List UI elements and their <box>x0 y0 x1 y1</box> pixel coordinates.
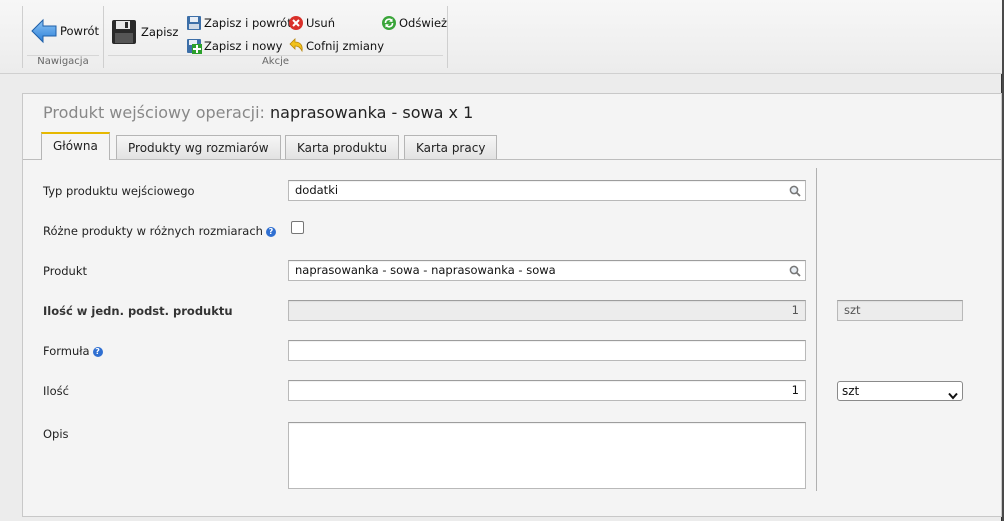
app-window: Powrót Nawigacja Zapisz Zapisz i powrót … <box>0 0 1002 521</box>
tab-produkty-wg-rozmiarow[interactable]: Produkty wg rozmiarów <box>116 135 281 160</box>
refresh-icon <box>381 15 399 31</box>
save-and-return-label: Zapisz i powrót <box>204 16 292 30</box>
main-form: Typ produktu wejściowego dodatki Różne p… <box>23 160 1001 516</box>
diff-products-row-label: Różne produkty w różnych rozmiarach? <box>43 224 276 238</box>
page-title-prefix: Produkt wejściowy operacji: <box>43 103 265 122</box>
save-and-return-button[interactable]: Zapisz i powrót <box>186 15 292 31</box>
page-title: Produkt wejściowy operacji: naprasowanka… <box>43 103 473 122</box>
page-title-value: naprasowanka - sowa x 1 <box>270 103 474 122</box>
tab-karta-pracy[interactable]: Karta pracy <box>404 135 498 160</box>
back-button-label: Powrót <box>60 24 99 38</box>
refresh-button[interactable]: Odśwież <box>381 15 447 31</box>
chevron-down-icon <box>948 387 958 405</box>
product-value: naprasowanka - sowa - naprasowanka - sow… <box>295 263 556 277</box>
tab-karta-produktu[interactable]: Karta produktu <box>285 135 399 160</box>
toolbar-group-label-navigation: Nawigacja <box>37 56 89 67</box>
formula-label: Formuła <box>43 344 90 358</box>
search-icon[interactable] <box>789 184 801 203</box>
qty-field[interactable]: 1 <box>288 380 806 401</box>
desc-label: Opis <box>43 427 69 441</box>
save-and-new-button[interactable]: Zapisz i nowy <box>186 38 283 54</box>
input-type-value: dodatki <box>295 183 339 197</box>
help-icon[interactable]: ? <box>265 227 276 237</box>
back-arrow-icon <box>31 18 57 44</box>
delete-button[interactable]: Usuń <box>288 15 335 31</box>
tab-glowna[interactable]: Główna <box>41 132 110 160</box>
toolbar-group-actions: Zapisz Zapisz i powrót Zapisz i nowy Usu… <box>104 6 448 68</box>
back-button[interactable]: Powrót <box>31 18 99 44</box>
delete-label: Usuń <box>306 16 335 30</box>
product-lookup-field[interactable]: naprasowanka - sowa - naprasowanka - sow… <box>288 260 806 281</box>
delete-icon <box>288 15 306 31</box>
qty-base-label: Ilość w jedn. podst. produktu <box>43 304 233 318</box>
search-icon[interactable] <box>789 264 801 283</box>
diff-products-checkbox[interactable] <box>291 221 304 234</box>
input-type-label: Typ produktu wejściowego <box>43 184 195 198</box>
save-button-label: Zapisz <box>141 25 179 39</box>
column-divider <box>816 168 817 491</box>
qty-unit-select[interactable]: szt <box>837 381 963 401</box>
main-panel: Produkt wejściowy operacji: naprasowanka… <box>22 93 1002 517</box>
input-type-lookup-field[interactable]: dodatki <box>288 180 806 201</box>
qty-unit-selected-value: szt <box>842 384 860 398</box>
revert-label: Cofnij zmiany <box>306 39 385 53</box>
revert-button[interactable]: Cofnij zmiany <box>288 38 384 54</box>
formula-row-label: Formuła? <box>43 344 103 358</box>
help-icon[interactable]: ? <box>92 347 103 357</box>
floppy-disk-icon <box>111 19 137 45</box>
toolbar-group-navigation: Powrót Nawigacja <box>22 6 104 68</box>
toolbar: Powrót Nawigacja Zapisz Zapisz i powrót … <box>0 0 1002 74</box>
qty-base-field: 1 <box>288 300 806 321</box>
undo-arrow-icon <box>288 38 306 54</box>
refresh-label: Odśwież <box>399 16 448 30</box>
toolbar-group-label-actions: Akcje <box>261 56 290 67</box>
save-return-icon <box>186 15 204 31</box>
tab-bar: Główna Produkty wg rozmiarów Karta produ… <box>41 132 1001 160</box>
qty-base-unit-field: szt <box>837 300 963 321</box>
save-new-icon <box>186 38 204 54</box>
qty-label: Ilość <box>43 384 69 398</box>
save-button[interactable]: Zapisz <box>111 19 178 45</box>
formula-field[interactable] <box>288 340 806 361</box>
save-and-new-label: Zapisz i nowy <box>204 39 283 53</box>
product-label: Produkt <box>43 264 88 278</box>
diff-products-label: Różne produkty w różnych rozmiarach <box>43 224 263 238</box>
desc-textarea[interactable] <box>288 422 806 489</box>
